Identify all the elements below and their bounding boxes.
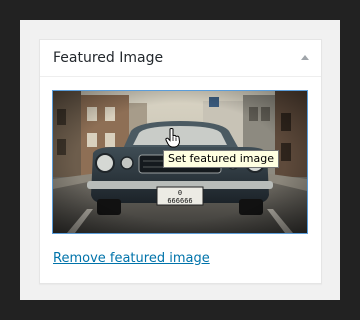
set-featured-image-tooltip: Set featured image	[163, 150, 280, 168]
hand-pointer-icon	[165, 128, 181, 148]
remove-featured-image-link[interactable]: Remove featured image	[53, 251, 210, 266]
metabox-title: Featured Image	[53, 50, 164, 66]
metabox-header[interactable]: Featured Image	[40, 40, 321, 77]
triangle-up-icon[interactable]	[299, 52, 311, 64]
